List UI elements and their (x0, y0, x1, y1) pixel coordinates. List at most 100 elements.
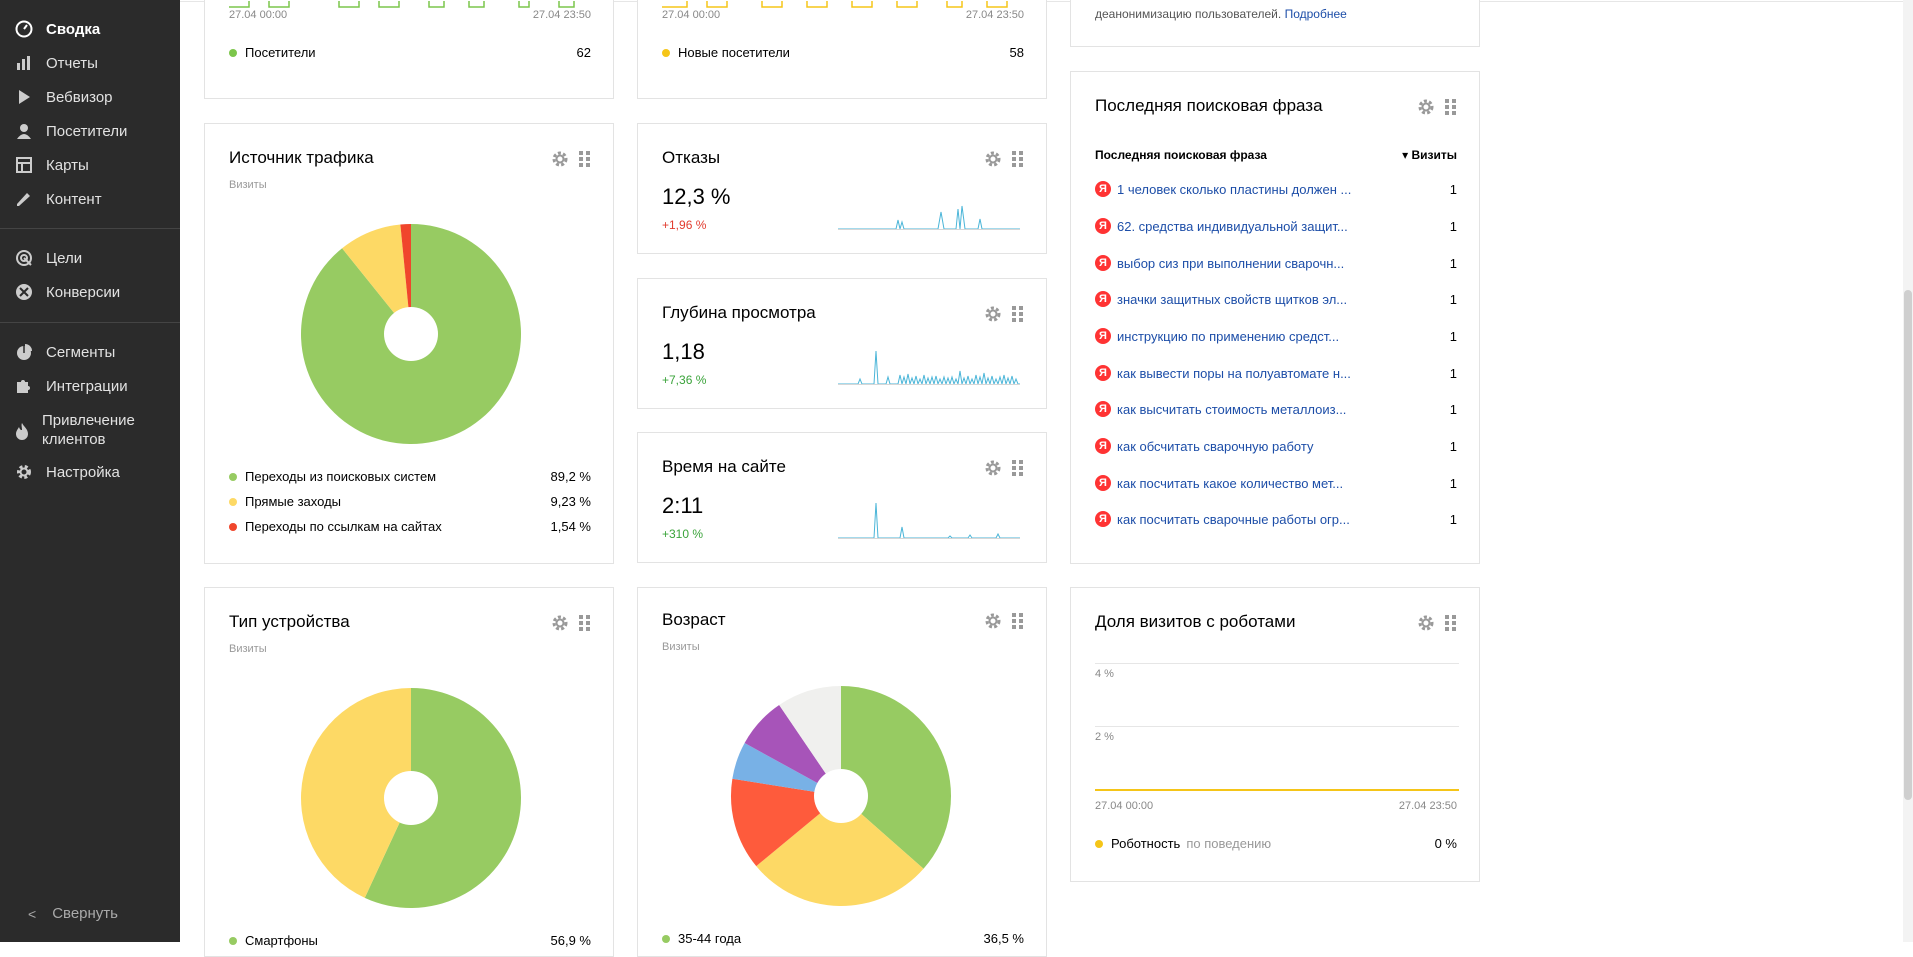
nav-item-content[interactable]: Контент (14, 187, 102, 211)
search-phrase-link[interactable]: как посчитать сварочные работы огр... (1117, 512, 1427, 527)
pie-hole (814, 769, 868, 823)
pie-hole (384, 307, 438, 361)
x-axis-start: 27.04 00:00 (1095, 800, 1154, 812)
search-phrase-link[interactable]: выбор сиз при выполнении сварочн... (1117, 256, 1427, 271)
search-phrase-link[interactable]: инструкцию по применению средст... (1117, 329, 1427, 344)
legend-dot (229, 497, 237, 506)
search-phrase-link[interactable]: 62. средства индивидуальной защит... (1117, 219, 1427, 234)
privacy-note: деанонимизацию пользователей. Подробнее (1095, 7, 1347, 21)
column-header-visits[interactable]: ▾ Визиты (1402, 148, 1457, 162)
x-axis-start: 27.04 00:00 (229, 9, 288, 21)
drag-handle-icon[interactable] (1012, 612, 1024, 630)
drag-handle-icon[interactable] (1445, 98, 1457, 116)
nav-item-maps[interactable]: Карты (14, 153, 89, 177)
bounce-sparkline (838, 205, 1020, 230)
x-axis-end: 27.04 23:50 (965, 9, 1024, 21)
gauge-icon (14, 19, 34, 39)
pie-hole (384, 771, 438, 825)
nav-divider (0, 322, 180, 323)
collapse-sidebar-button[interactable]: < Свернуть (28, 905, 118, 922)
gear-icon[interactable] (551, 614, 569, 632)
search-phrase-link[interactable]: значки защитных свойств щитков эл... (1117, 292, 1427, 307)
nav-item-visitors[interactable]: Посетители (14, 119, 127, 143)
drag-handle-icon[interactable] (1012, 459, 1024, 477)
table-row: Якак вывести поры на полуавтомате н... 1 (1095, 363, 1457, 383)
card-title: Тип устройства (229, 612, 350, 631)
card-title: Отказы (662, 148, 721, 167)
card-title: Глубина просмотра (662, 303, 816, 322)
gridline (1095, 663, 1459, 664)
legend-dot (229, 48, 237, 57)
nav-item-goals[interactable]: Цели (14, 246, 82, 270)
gear-icon[interactable] (984, 612, 1002, 630)
nav-item-webvisor[interactable]: Вебвизор (14, 85, 113, 109)
nav-item-integrations[interactable]: Интеграции (14, 374, 128, 398)
depth-sparkline (838, 350, 1020, 385)
gear-icon[interactable] (984, 459, 1002, 477)
yandex-icon: Я (1095, 291, 1111, 307)
user-icon (14, 121, 34, 141)
metric-value: 1,18 (662, 339, 705, 364)
drag-handle-icon[interactable] (1012, 305, 1024, 323)
legend-value: 36,5 % (983, 931, 1024, 946)
yandex-icon: Я (1095, 218, 1111, 234)
search-phrase-link[interactable]: как высчитать стоимость металлоиз... (1117, 402, 1427, 417)
yandex-icon: Я (1095, 511, 1111, 527)
traffic-source-card: Источник трафика Визиты Переходы из поис… (204, 123, 614, 564)
metric-delta: +7,36 % (662, 373, 707, 387)
time-sparkline (838, 502, 1020, 539)
y-axis-label: 4 % (1095, 668, 1114, 680)
search-phrase-link[interactable]: 1 человек сколько пластины должен ... (1117, 182, 1427, 197)
x-axis-start: 27.04 00:00 (662, 9, 721, 21)
nav-item-acquisition[interactable]: Привлечение клиентов (14, 411, 164, 451)
nav-item-settings[interactable]: Настройка (14, 460, 120, 484)
nav-item-segments[interactable]: Сегменты (14, 340, 115, 364)
table-row: Якак высчитать стоимость металлоиз... 1 (1095, 399, 1457, 419)
card-title: Последняя поисковая фраза (1095, 96, 1323, 115)
gear-icon[interactable] (984, 150, 1002, 168)
metric-value: 2:11 (662, 493, 704, 518)
traffic-pie-chart (301, 224, 521, 444)
drag-handle-icon[interactable] (579, 150, 591, 168)
x-axis-end: 27.04 23:50 (532, 9, 591, 21)
nav-item-summary[interactable]: Сводка (14, 17, 100, 41)
legend-item: Переходы по ссылкам на сайтах (229, 519, 442, 534)
gear-icon (14, 462, 34, 482)
table-row: Язначки защитных свойств щитков эл... 1 (1095, 289, 1457, 309)
nav-item-reports[interactable]: Отчеты (14, 51, 98, 75)
legend-value: 0 % (1434, 836, 1457, 851)
legend-dot (662, 48, 670, 57)
robots-share-card: Доля визитов с роботами 4 % 2 % 27.04 00… (1070, 587, 1480, 882)
nav-item-conversions[interactable]: Конверсии (14, 280, 120, 304)
sidebar: Сводка Отчеты Вебвизор Посетители Карты … (0, 0, 180, 942)
metric-delta: +1,96 % (662, 218, 707, 232)
drag-handle-icon[interactable] (1445, 614, 1457, 632)
table-row: Якак обсчитать сварочную работу 1 (1095, 436, 1457, 456)
more-link[interactable]: Подробнее (1285, 7, 1347, 21)
scrollbar-thumb[interactable] (1904, 290, 1912, 800)
scrollbar-track[interactable] (1903, 0, 1913, 942)
gridline (1095, 726, 1459, 727)
card-subtitle: Визиты (229, 643, 267, 655)
device-type-card: Тип устройства Визиты Смартфоны 56,9 % (204, 587, 614, 957)
gear-icon[interactable] (984, 305, 1002, 323)
search-phrase-link[interactable]: как вывести поры на полуавтомате н... (1117, 366, 1427, 381)
gear-icon[interactable] (551, 150, 569, 168)
legend-item: Посетители (229, 45, 316, 60)
last-search-phrase-card: Последняя поисковая фраза Последняя поис… (1070, 71, 1480, 564)
drag-handle-icon[interactable] (579, 614, 591, 632)
table-row: Я1 человек сколько пластины должен ... 1 (1095, 179, 1457, 199)
depth-card: Глубина просмотра 1,18 +7,36 % (637, 278, 1047, 409)
card-subtitle: Визиты (229, 179, 267, 191)
yandex-icon: Я (1095, 255, 1111, 271)
drag-handle-icon[interactable] (1012, 150, 1024, 168)
gear-icon[interactable] (1417, 98, 1435, 116)
column-header-phrase[interactable]: Последняя поисковая фраза (1095, 148, 1402, 162)
yandex-icon: Я (1095, 475, 1111, 491)
search-phrase-link[interactable]: как посчитать какое количество мет... (1117, 476, 1427, 491)
map-icon (14, 155, 34, 175)
search-phrase-link[interactable]: как обсчитать сварочную работу (1117, 439, 1427, 454)
conversion-icon (14, 282, 34, 302)
chevron-left-icon: < (28, 905, 37, 922)
gear-icon[interactable] (1417, 614, 1435, 632)
